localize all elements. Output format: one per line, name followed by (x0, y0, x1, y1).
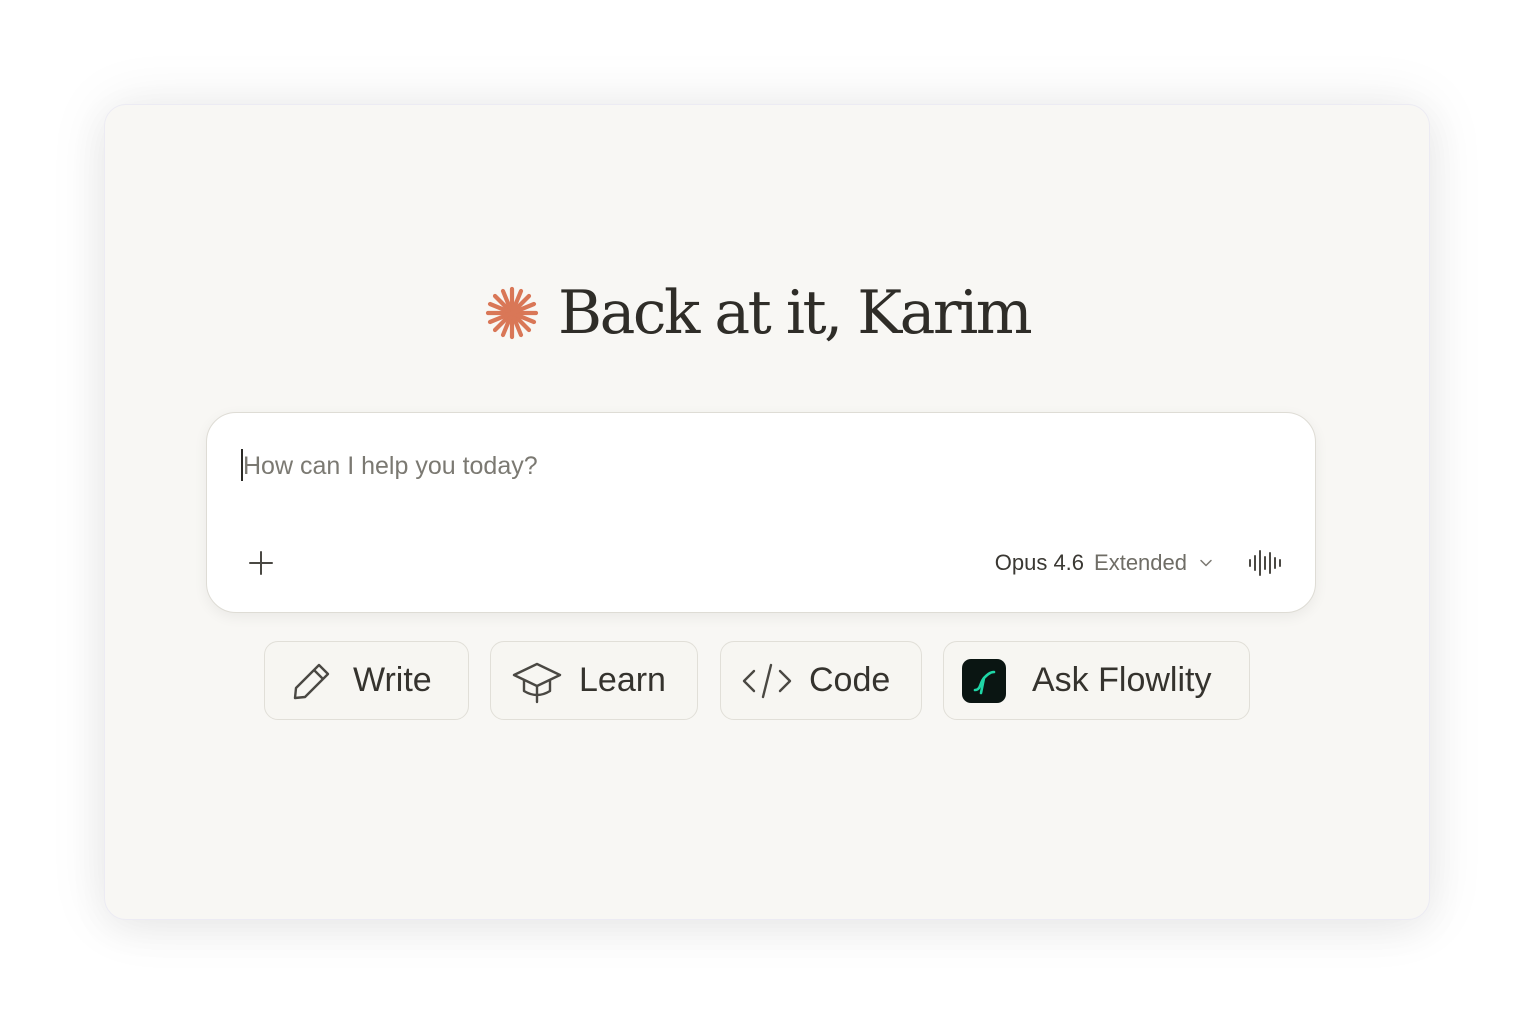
greeting-header: Back at it, Karim (484, 273, 1033, 353)
app-window: Back at it, Karim Opus 4.6 Extended (104, 104, 1430, 920)
graduation-cap-icon (512, 662, 562, 703)
spark-logo-icon (485, 286, 539, 340)
pencil-icon (293, 663, 330, 699)
voice-waveform-icon (1249, 550, 1281, 576)
greeting-title: Back at it, Karim (558, 278, 1033, 348)
plus-icon (249, 551, 273, 575)
code-action-label: Code (809, 661, 891, 699)
add-attachment-button[interactable] (243, 545, 279, 581)
model-mode: Extended (1094, 550, 1187, 575)
prompt-input[interactable] (243, 446, 1143, 486)
ask-flowlity-action-button[interactable]: Ask Flowlity (943, 641, 1250, 720)
chat-composer: Opus 4.6 Extended (206, 412, 1316, 613)
write-action-label: Write (353, 661, 432, 699)
flowlity-logo-icon (962, 658, 1006, 703)
chevron-down-icon (1200, 559, 1212, 567)
model-name: Opus 4.6 (994, 550, 1085, 575)
learn-action-button[interactable]: Learn (490, 641, 698, 720)
learn-action-label: Learn (579, 661, 666, 699)
code-action-button[interactable]: Code (720, 641, 922, 720)
ask-flowlity-action-label: Ask Flowlity (1032, 661, 1212, 699)
write-action-button[interactable]: Write (264, 641, 469, 720)
voice-mode-button[interactable] (1245, 545, 1285, 581)
model-selector[interactable]: Opus 4.6 Extended (995, 547, 1213, 579)
code-icon (742, 663, 792, 698)
